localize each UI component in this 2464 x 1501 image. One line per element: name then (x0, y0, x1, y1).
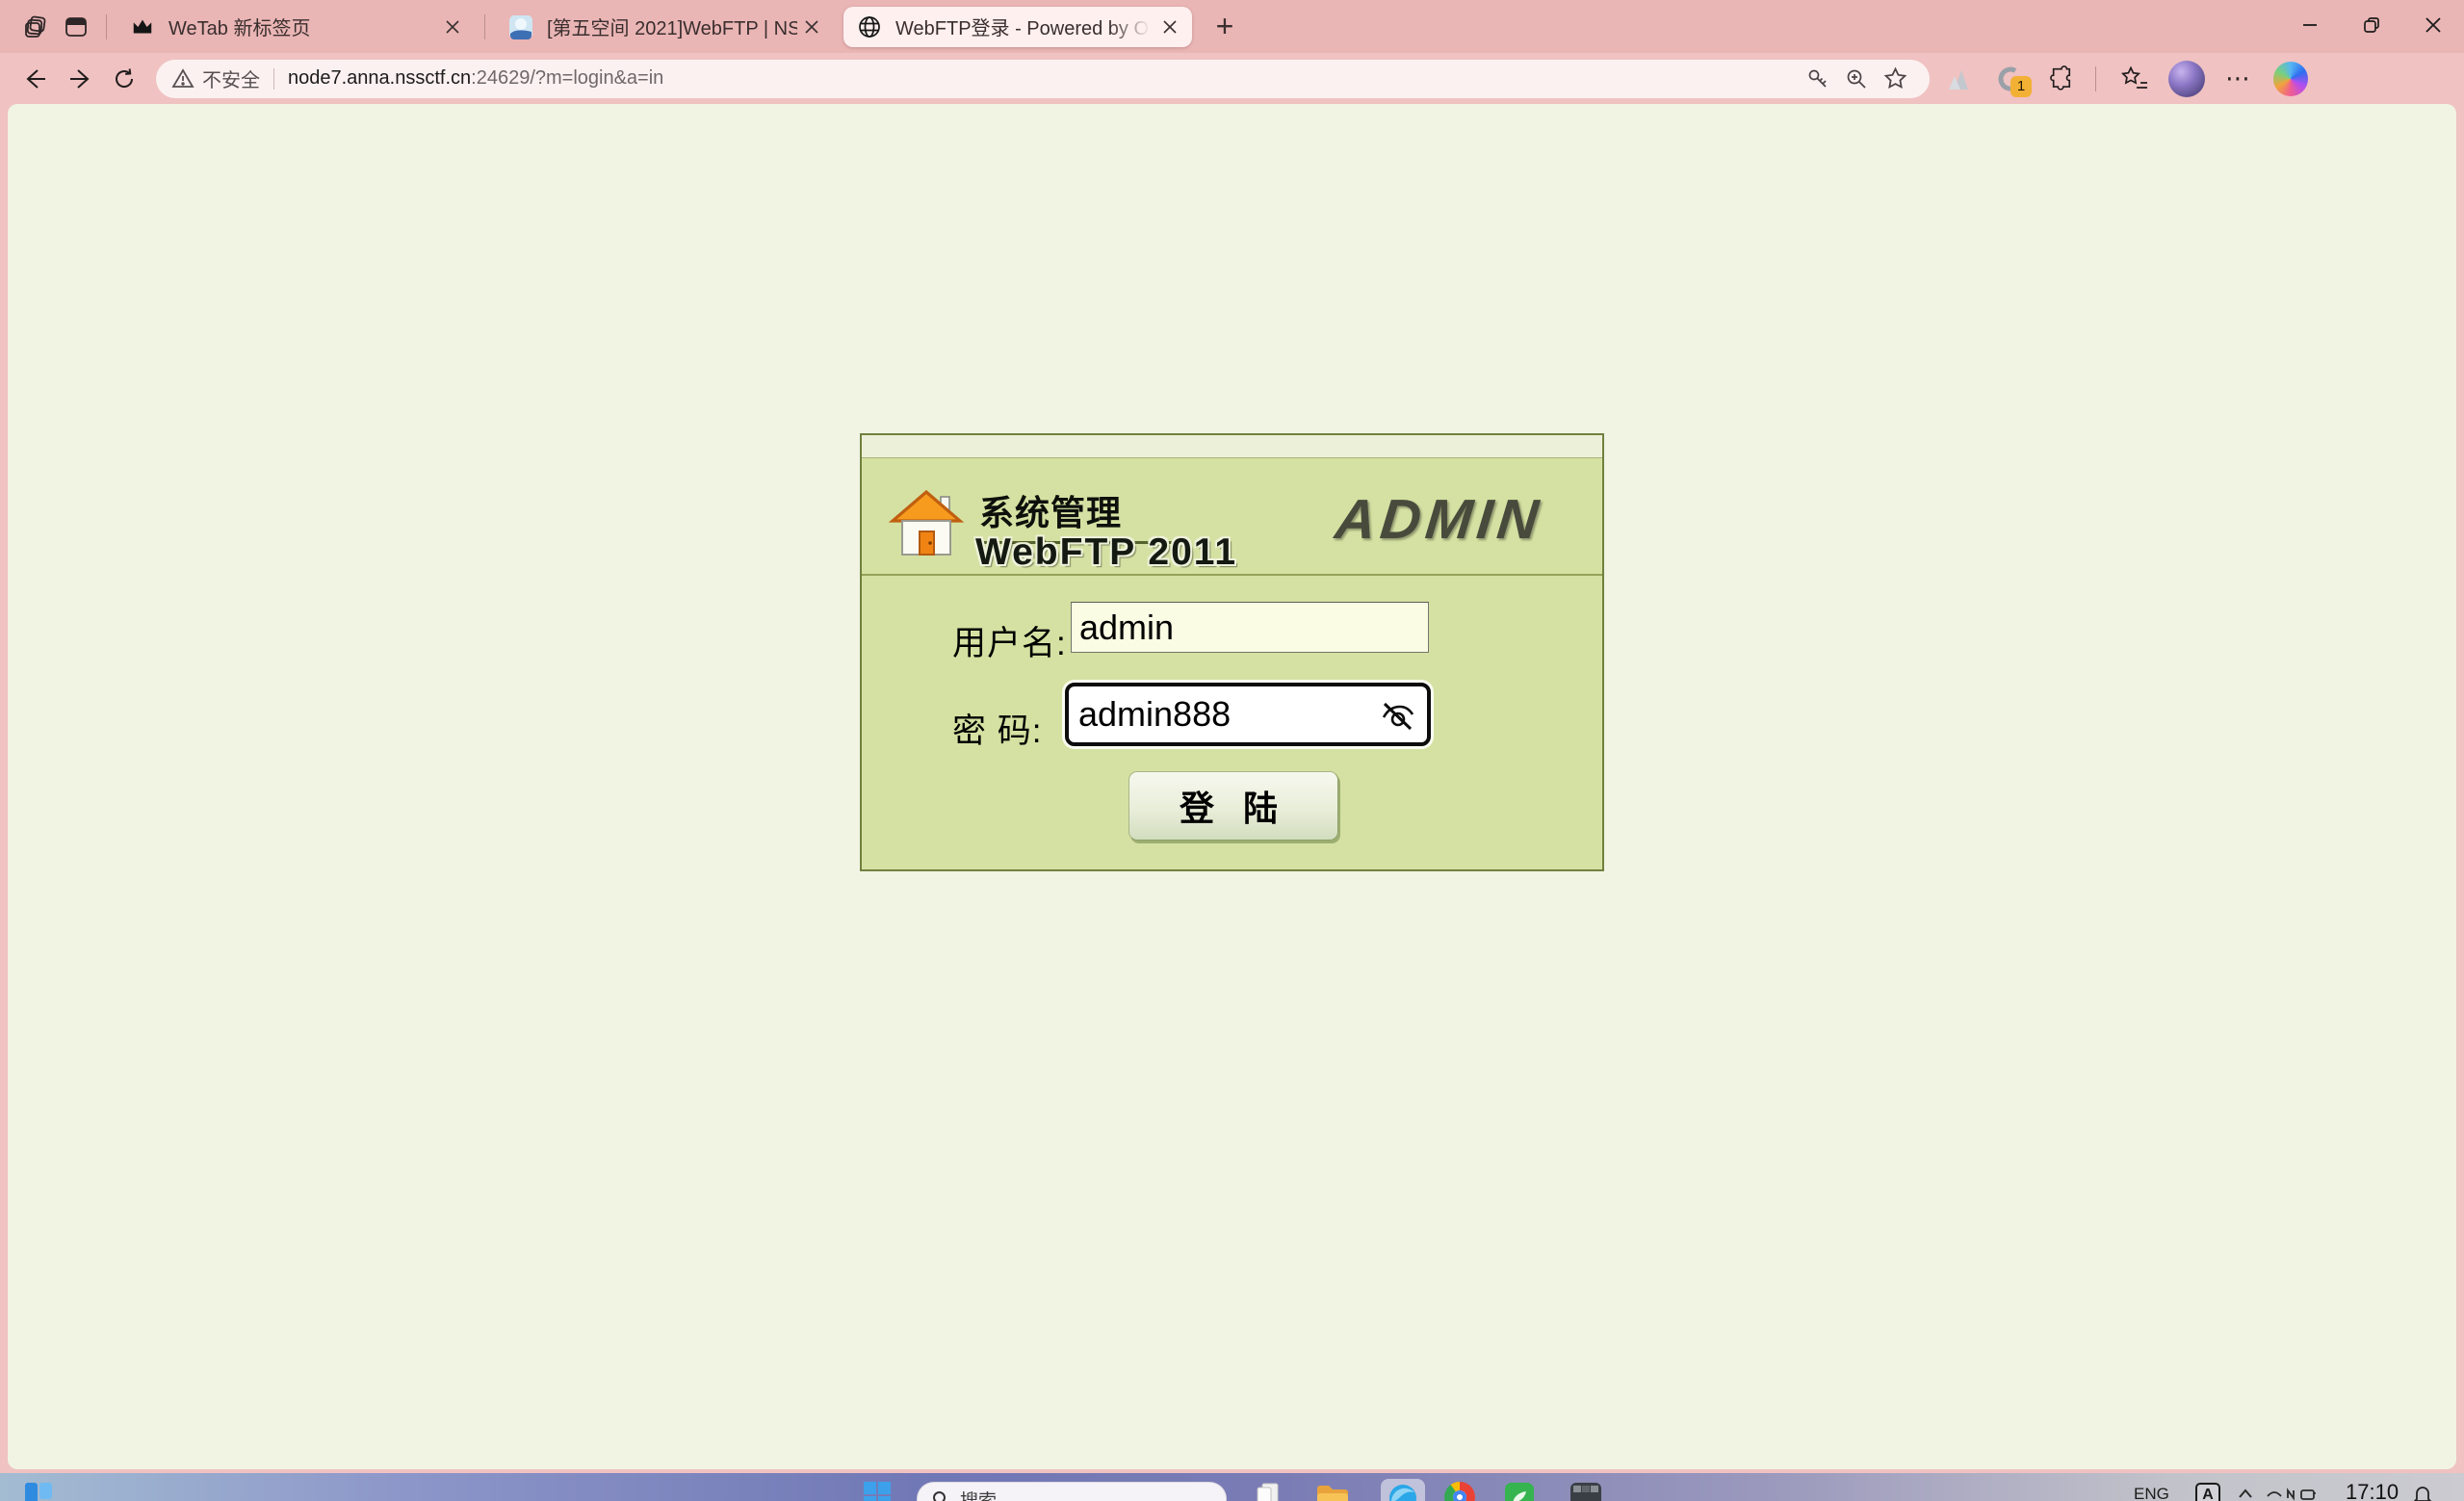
username-value: admin (1079, 608, 1174, 648)
toolbar-separator (2095, 66, 2096, 91)
widgets-icon[interactable] (23, 1481, 54, 1501)
browser-toolbar: 不安全 node7.anna.nssctf.cn :24629/?m=login… (0, 53, 2464, 104)
avatar (2168, 61, 2205, 97)
taskbar-search[interactable]: 搜索 (917, 1482, 1227, 1501)
username-label: 用户名: (952, 616, 1067, 665)
chrome-icon[interactable] (1444, 1482, 1475, 1501)
login-button[interactable]: 登 陆 (1128, 771, 1338, 841)
screen: WeTab 新标签页 [第五空间 2021]WebFTP | NSSCTF (0, 0, 2464, 1501)
tab-wetab[interactable]: WeTab 新标签页 (117, 7, 475, 47)
taskbar: 搜索 (0, 1473, 2464, 1501)
rewards-badge: 1 (2010, 76, 2032, 97)
refresh-button[interactable] (102, 58, 146, 100)
password-value: admin888 (1078, 694, 1377, 735)
tab-close-icon[interactable] (797, 13, 826, 41)
tab-close-icon[interactable] (1155, 13, 1184, 41)
back-button[interactable] (13, 58, 58, 100)
panel-top-strip (862, 435, 1602, 458)
profile-avatar[interactable] (2164, 57, 2210, 101)
password-key-icon[interactable] (1799, 62, 1837, 96)
window-controls (2279, 0, 2464, 50)
address-bar[interactable]: 不安全 node7.anna.nssctf.cn :24629/?m=login… (156, 60, 1930, 98)
password-input[interactable]: admin888 (1065, 683, 1431, 746)
language-indicator[interactable]: ENG (2134, 1485, 2169, 1501)
vertical-tabs-icon[interactable] (56, 8, 96, 46)
extensions-puzzle-icon[interactable] (2039, 57, 2086, 101)
task-view-icon[interactable] (1254, 1482, 1284, 1501)
product-title: WebFTP 2011 (975, 531, 1237, 574)
close-window-button[interactable] (2402, 0, 2464, 50)
tab-close-icon[interactable] (438, 13, 467, 41)
tab-title: [第五空间 2021]WebFTP | NSSCTF (547, 13, 797, 40)
ime-indicator[interactable]: A (2195, 1483, 2220, 1501)
admin-brand: ADMIN (1332, 487, 1545, 552)
not-secure-icon (171, 67, 195, 91)
favorites-bar-icon[interactable] (2112, 57, 2158, 101)
url-host: node7.anna.nssctf.cn (288, 67, 471, 90)
search-placeholder: 搜索 (960, 1487, 997, 1501)
tab-separator (484, 14, 485, 39)
favorite-star-icon[interactable] (1876, 62, 1914, 96)
tab-title: WebFTP登录 - Powered by OSDU (895, 13, 1155, 40)
browser-window: WeTab 新标签页 [第五空间 2021]WebFTP | NSSCTF (0, 0, 2464, 1473)
home-icon (889, 489, 964, 558)
web-content: 系统管理 WebFTP 2011 ADMIN 用户名: admin 密 码: a… (8, 104, 2456, 1469)
globe-favicon-icon (855, 13, 884, 41)
password-reveal-eye-off-icon[interactable] (1377, 694, 1417, 735)
workspaces-icon[interactable] (15, 8, 56, 46)
tab-title: WeTab 新标签页 (169, 13, 438, 40)
tab-strip: WeTab 新标签页 [第五空间 2021]WebFTP | NSSCTF (0, 0, 2464, 53)
taskbar-clock[interactable]: 17:10 (2346, 1480, 2399, 1501)
extension-mountain-icon[interactable] (1935, 57, 1982, 101)
rewards-icon[interactable]: 1 (1987, 57, 2034, 101)
logo-header: 系统管理 WebFTP 2011 ADMIN (862, 458, 1602, 576)
wetab-favicon-icon (128, 13, 157, 41)
password-label: 密 码: (952, 704, 1042, 753)
login-panel: 系统管理 WebFTP 2011 ADMIN 用户名: admin 密 码: a… (860, 433, 1604, 871)
hidden-icons-chevron[interactable] (2236, 1485, 2255, 1501)
forward-button[interactable] (58, 58, 102, 100)
search-icon (931, 1489, 950, 1501)
system-tray-icons[interactable] (2265, 1485, 2317, 1501)
notification-bell-icon[interactable] (2411, 1483, 2434, 1501)
tab-nssctf[interactable]: [第五空间 2021]WebFTP | NSSCTF (495, 7, 834, 47)
dark-app-icon[interactable] (1569, 1482, 1602, 1501)
active-app-highlight[interactable] (1381, 1479, 1425, 1501)
restore-button[interactable] (2341, 0, 2402, 50)
minimize-button[interactable] (2279, 0, 2341, 50)
new-tab-button[interactable]: + (1204, 8, 1246, 46)
username-input[interactable]: admin (1071, 602, 1429, 653)
security-label: 不安全 (202, 65, 260, 92)
file-explorer-icon[interactable] (1315, 1482, 1350, 1501)
green-app-icon[interactable] (1504, 1482, 1535, 1501)
tab-separator (106, 14, 107, 39)
tab-webftp-login[interactable]: WebFTP登录 - Powered by OSDU (843, 7, 1192, 47)
settings-more-icon[interactable]: ⋯ (2216, 57, 2262, 101)
url-path: :24629/?m=login&a=in (471, 67, 663, 90)
copilot-icon[interactable] (2268, 57, 2314, 101)
address-separator (273, 68, 274, 90)
start-button[interactable] (863, 1481, 892, 1501)
zoom-page-icon[interactable] (1837, 62, 1876, 96)
nssctf-favicon (506, 13, 535, 41)
